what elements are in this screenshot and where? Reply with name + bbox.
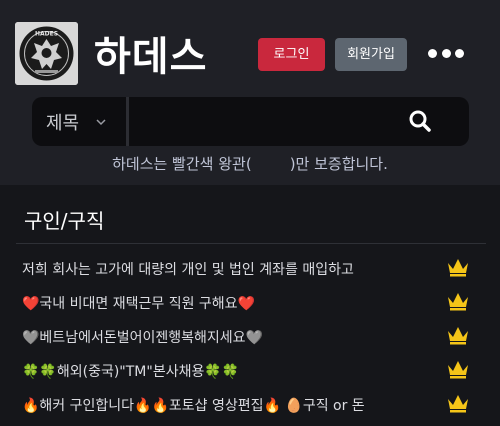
search-input[interactable] (130, 101, 380, 141)
post-title: 저희 회사는 고가에 대량의 개인 및 법인 계좌를 매입하고 (22, 262, 354, 278)
more-dots-icon (428, 48, 437, 58)
hades-logo-icon: HADES (15, 22, 78, 85)
search-icon (409, 110, 431, 132)
post-title: 🍀🍀해외(중국)"TM"본사채용🍀🍀 (22, 364, 240, 380)
guarantee-notice: 하데스는 빨간색 왕관( )만 보증합니다. (0, 153, 500, 174)
login-button[interactable]: 로그인 (258, 38, 325, 71)
post-title: 🩶베트남에서돈벌어이젠행복해지세요🩶 (22, 330, 263, 346)
notice-text-after: )만 보증합니다. (289, 155, 388, 173)
list-item[interactable]: 🩶베트남에서돈벌어이젠행복해지세요🩶 (0, 320, 500, 354)
post-list: 저희 회사는 고가에 대량의 개인 및 법인 계좌를 매입하고 ❤️국내 비대면… (0, 252, 500, 422)
logo-text: HADES (35, 31, 58, 38)
gold-crown-icon (448, 395, 468, 413)
signup-button[interactable]: 회원가입 (335, 38, 407, 71)
gold-crown-icon (448, 327, 468, 345)
section-title[interactable]: 구인/구직 (24, 205, 104, 234)
gold-crown-icon (448, 293, 468, 311)
post-title: 🔥해커 구인합니다🔥🔥포토샵 영상편집🔥 🥚구직 or 돈 (22, 398, 365, 414)
list-item[interactable]: 저희 회사는 고가에 대량의 개인 및 법인 계좌를 매입하고 (0, 252, 500, 286)
section-divider (16, 243, 486, 244)
search-divider (126, 97, 129, 146)
gold-crown-icon (448, 361, 468, 379)
list-item[interactable]: ❤️국내 비대면 재택근무 직원 구해요❤️ (0, 286, 500, 320)
site-title[interactable]: 하데스 (94, 24, 207, 82)
search-bar: 제목 (32, 97, 469, 146)
list-item[interactable]: 🔥해커 구인합니다🔥🔥포토샵 영상편집🔥 🥚구직 or 돈 (0, 388, 500, 422)
notice-text-before: 하데스는 빨간색 왕관( (112, 155, 252, 173)
search-select-value: 제목 (46, 112, 80, 134)
site-header: HADES 하데스 로그인 회원가입 제목 하데스는 빨간색 왕관( )만 보증합… (0, 0, 500, 185)
site-logo[interactable]: HADES (15, 22, 78, 85)
chevron-down-icon (96, 118, 106, 125)
list-item[interactable]: 🍀🍀해외(중국)"TM"본사채용🍀🍀 (0, 354, 500, 388)
more-menu-button[interactable] (428, 45, 464, 61)
post-title: ❤️국내 비대면 재택근무 직원 구해요❤️ (22, 296, 255, 312)
search-button[interactable] (390, 101, 450, 141)
gold-crown-icon (448, 259, 468, 277)
search-field-select[interactable]: 제목 (32, 97, 124, 146)
